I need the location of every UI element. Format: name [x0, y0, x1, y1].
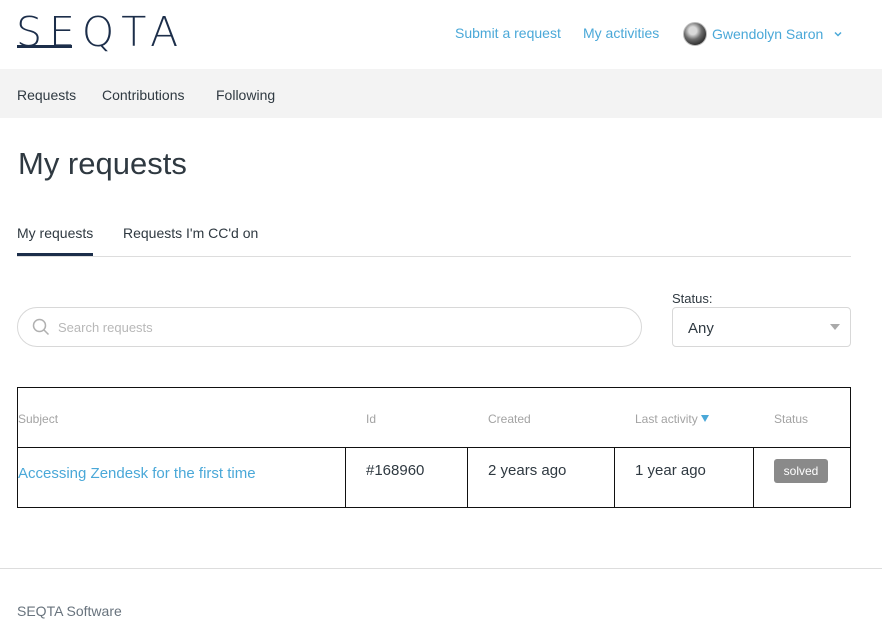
request-id: #168960 [366, 462, 425, 479]
status-selected-value: Any [688, 320, 714, 337]
subnav-active-indicator [17, 45, 72, 48]
footer-text[interactable]: SEQTA Software [17, 603, 122, 619]
cell-divider [467, 447, 468, 507]
user-name: Gwendolyn Saron [712, 26, 824, 42]
column-header-subject[interactable]: Subject [18, 412, 58, 426]
column-header-status[interactable]: Status [774, 412, 808, 426]
tab-my-requests[interactable]: My requests [17, 225, 93, 241]
status-filter-label: Status: [672, 291, 713, 306]
avatar [683, 22, 707, 46]
column-header-created[interactable]: Created [488, 412, 531, 426]
user-menu[interactable]: Gwendolyn Saron [683, 22, 843, 46]
caret-down-icon [830, 324, 840, 330]
my-activities-link[interactable]: My activities [583, 25, 659, 41]
search-box[interactable] [17, 307, 642, 347]
profile-subnav: Requests Contributions Following [0, 69, 882, 118]
subnav-item-requests[interactable]: Requests [17, 87, 76, 103]
status-badge: solved [774, 459, 828, 483]
request-created: 2 years ago [488, 462, 567, 479]
column-header-last-activity-label: Last activity [635, 412, 698, 426]
requests-table: Subject Id Created Last activity Status … [17, 387, 851, 508]
subnav-item-contributions[interactable]: Contributions [102, 87, 185, 103]
status-select[interactable]: Any [672, 307, 851, 347]
tab-active-indicator [17, 253, 93, 256]
page-title: My requests [18, 146, 187, 181]
footer-divider [0, 568, 882, 569]
column-header-id[interactable]: Id [366, 412, 376, 426]
cell-divider [345, 447, 346, 507]
site-header: SEQTA Submit a request My activities Gwe… [0, 0, 882, 69]
chevron-down-icon [834, 31, 842, 37]
tab-requests-cc[interactable]: Requests I'm CC'd on [123, 225, 258, 241]
submit-request-link[interactable]: Submit a request [455, 25, 561, 41]
request-subject-link[interactable]: Accessing Zendesk for the first time [18, 465, 256, 482]
subnav-item-following[interactable]: Following [216, 87, 275, 103]
tabs-divider [17, 256, 851, 257]
cell-divider [614, 447, 615, 507]
cell-divider [753, 447, 754, 507]
request-last-activity: 1 year ago [635, 462, 706, 479]
sort-desc-icon [700, 415, 709, 422]
search-icon [32, 318, 50, 336]
column-header-last-activity[interactable]: Last activity [635, 412, 709, 426]
search-input[interactable] [58, 319, 598, 335]
row-divider [18, 447, 850, 448]
